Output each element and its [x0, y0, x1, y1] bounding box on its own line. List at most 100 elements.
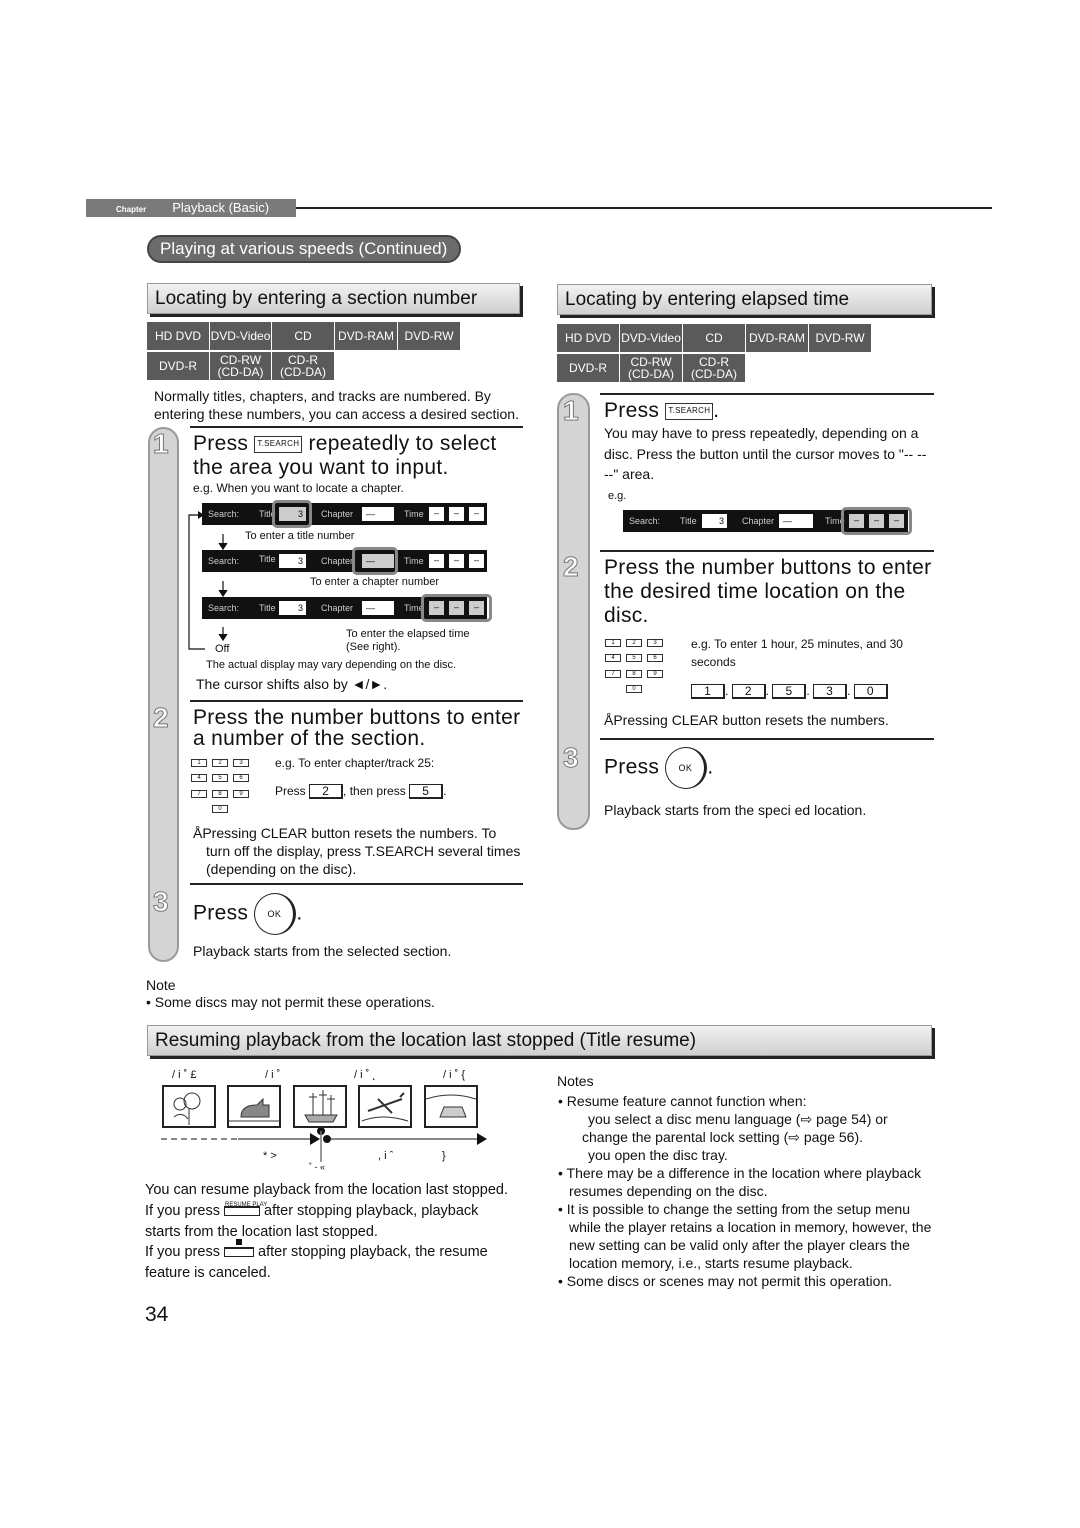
time-minute: –	[449, 507, 464, 521]
badge-dvd-r: DVD-R	[557, 354, 619, 382]
key-1: 1	[191, 759, 207, 767]
key-9: 9	[233, 790, 249, 798]
left-step1-eg: e.g. When you want to locate a chapter.	[193, 481, 404, 495]
press-text: Press	[193, 432, 249, 455]
cat-picture-icon	[227, 1085, 281, 1128]
badge-cd-r: CD-R (CD-DA)	[683, 354, 745, 382]
flower-picture-icon	[162, 1085, 216, 1128]
header-rule	[296, 207, 992, 209]
then-text: , then press	[343, 784, 406, 798]
key-2-icon: 2	[309, 784, 344, 799]
right-step2-heading: Press the number buttons to enter the de…	[604, 556, 932, 627]
note-item: • It is possible to change the setting f…	[558, 1201, 932, 1271]
key-6: 6	[233, 774, 249, 782]
title-value: 3	[279, 601, 306, 615]
key-8: 8	[626, 670, 642, 678]
badge-dvd-r: DVD-R	[147, 352, 209, 380]
note-item: • Some discs or scenes may not permit th…	[558, 1273, 893, 1289]
badge-dvd-video: DVD-Video	[620, 324, 682, 352]
left-step3-heading: Press OK.	[193, 893, 302, 935]
chapter-label: Chapter	[116, 205, 147, 214]
diagram-label: / i ˚ ˛	[354, 1069, 376, 1081]
time-key-sequence: 1. 2. 5. 3. 0	[691, 684, 888, 699]
time-label: Time	[404, 556, 424, 566]
step-rule	[190, 883, 523, 885]
step-number: 2	[153, 702, 170, 734]
step-rule	[600, 550, 934, 552]
title-value: 3	[702, 514, 727, 528]
badge-cd: CD	[683, 324, 745, 352]
key-icon: 1	[691, 684, 725, 699]
left-step-rail	[148, 427, 179, 962]
step-rule	[190, 700, 523, 702]
key-5-icon: 5	[409, 784, 444, 799]
chapter-label: Chapter	[321, 509, 354, 519]
resume-section-title: Resuming playback from the location last…	[147, 1025, 932, 1056]
caption: To enter a title number	[245, 530, 355, 542]
tsearch-button-icon: T.SEARCH	[665, 403, 714, 420]
note-item: • There may be a difference in the locat…	[558, 1165, 922, 1199]
caption: To enter a chapter number	[310, 576, 440, 588]
key-4: 4	[605, 654, 621, 662]
badge-dvd-rw: DVD-RW	[398, 322, 460, 350]
note-text: • Some discs may not permit these operat…	[146, 994, 435, 1010]
resume-p2a: If you press	[145, 1202, 220, 1219]
off-label: Off	[215, 643, 230, 655]
notes-title: Notes	[557, 1073, 594, 1089]
note-subitem: you open the disc tray.	[588, 1147, 728, 1163]
key-7: 7	[605, 670, 621, 678]
key-9: 9	[647, 670, 663, 678]
key-8: 8	[212, 790, 228, 798]
press-text: Press	[604, 755, 660, 779]
step-rule	[600, 393, 934, 395]
chapter-value: —	[362, 601, 394, 615]
resume-description: You can resume playback from the locatio…	[145, 1180, 515, 1284]
right-section-title: Locating by entering elapsed time	[557, 284, 932, 315]
diagram-label: }	[442, 1150, 446, 1162]
key-icon: 0	[853, 684, 888, 699]
key-0: 0	[626, 685, 642, 693]
chapter-label: Chapter	[321, 603, 354, 613]
car-picture-icon	[424, 1085, 478, 1128]
badge-cd-rw: CD-RW (CD-DA)	[620, 354, 682, 382]
airplane-picture-icon	[358, 1085, 412, 1128]
cursor-highlight	[272, 500, 312, 528]
right-step2-note: ÅPressing CLEAR button resets the number…	[604, 712, 889, 728]
cursor-highlight	[421, 594, 492, 622]
key-3: 3	[233, 759, 249, 767]
badge-dvd-ram: DVD-RAM	[335, 322, 397, 350]
search-display-title: Search: Title 3 Chapter — Time – – –	[202, 503, 487, 525]
title-label: Title	[259, 554, 276, 564]
step-rule	[600, 738, 934, 740]
key-4: 4	[191, 774, 207, 782]
note-subitem: you select a disc menu language (⇨ page …	[588, 1111, 888, 1127]
title-label: Title	[680, 516, 697, 526]
key-2: 2	[626, 639, 642, 647]
step-number: 1	[563, 395, 580, 427]
chapter-title: Playback (Basic)	[172, 200, 270, 215]
title-label: Title	[259, 603, 276, 613]
ship-picture-icon	[293, 1085, 347, 1128]
step-number: 2	[563, 551, 580, 583]
notes-list: • Resume feature cannot function when: y…	[558, 1092, 938, 1290]
note-subitem: change the parental lock setting (⇨ page…	[582, 1129, 864, 1145]
key-0: 0	[212, 805, 228, 813]
right-step1-heading: Press T.SEARCH.	[604, 399, 720, 422]
badge-cd-rw: CD-RW (CD-DA)	[210, 352, 271, 380]
left-step2-eg: e.g. To enter chapter/track 25:	[275, 756, 435, 770]
resume-play-button-icon: RESUME PLAY	[223, 1202, 267, 1216]
left-step2-press: Press 2, then press 5.	[275, 784, 446, 799]
ok-button-icon: OK	[254, 893, 297, 935]
time-second: –	[469, 507, 484, 521]
chapter-value: —	[779, 514, 813, 528]
cursor-note: The cursor shifts also by ◄/►.	[196, 676, 388, 692]
step-number: 3	[563, 742, 580, 774]
period: .	[443, 784, 447, 798]
cursor-highlight	[841, 507, 912, 535]
page-number: 34	[145, 1303, 169, 1326]
chapter-value: —	[362, 507, 394, 521]
diagram-label: , i ˆ	[378, 1150, 394, 1162]
key-icon: 5	[772, 684, 807, 699]
cursor-highlight	[352, 547, 398, 575]
left-intro: Normally titles, chapters, and tracks ar…	[154, 388, 519, 422]
